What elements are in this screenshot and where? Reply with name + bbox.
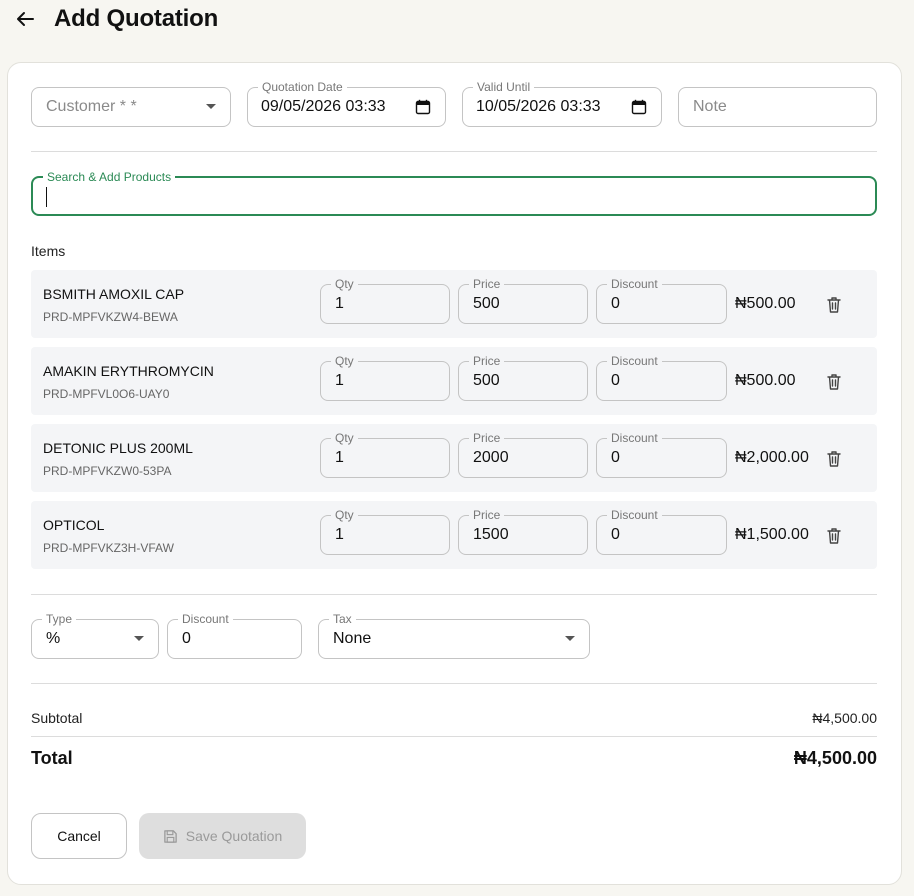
divider	[31, 736, 877, 737]
item-price-input[interactable]: Price 2000	[458, 430, 588, 478]
total-value: ₦4,500.00	[793, 748, 877, 768]
item-name: BSMITH AMOXIL CAP	[43, 286, 185, 302]
save-icon	[163, 829, 177, 843]
qty-value: 1	[335, 372, 344, 389]
trash-icon[interactable]	[826, 450, 842, 468]
calendar-icon[interactable]	[415, 99, 431, 115]
tax-value: None	[333, 630, 372, 647]
item-line-total: ₦500.00	[735, 295, 796, 312]
customer-select[interactable]: Customer * *	[31, 87, 231, 127]
items-heading: Items	[31, 243, 66, 259]
item-row: OPTICOL PRD-MPFVKZ3H-VFAW Qty 1 Price 15…	[31, 501, 877, 569]
item-discount-input[interactable]: Discount 0	[596, 430, 727, 478]
item-name: DETONIC PLUS 200ML	[43, 440, 193, 456]
item-price-input[interactable]: Price 500	[458, 353, 588, 401]
discount-value: 0	[611, 295, 620, 312]
text-cursor	[46, 187, 47, 207]
quotation-date-value: 09/05/2026 03:33	[261, 98, 386, 115]
save-button-label: Save Quotation	[185, 828, 283, 844]
item-price-input[interactable]: Price 500	[458, 276, 588, 324]
item-discount-input[interactable]: Discount 0	[596, 276, 727, 324]
arrow-left-icon	[17, 12, 34, 26]
customer-placeholder: Customer * *	[46, 98, 137, 115]
price-value: 2000	[473, 449, 509, 466]
discount-value: 0	[611, 372, 620, 389]
page-header: Add Quotation	[0, 0, 914, 40]
note-field[interactable]: Note	[678, 87, 877, 127]
note-placeholder: Note	[693, 98, 727, 115]
valid-until-field[interactable]: Valid Until 10/05/2026 03:33	[462, 79, 662, 127]
quotation-date-field[interactable]: Quotation Date 09/05/2026 03:33	[247, 79, 446, 127]
valid-until-value: 10/05/2026 03:33	[476, 98, 601, 115]
item-row: DETONIC PLUS 200ML PRD-MPFVKZW0-53PA Qty…	[31, 424, 877, 492]
order-discount-input[interactable]: Discount 0	[167, 611, 302, 659]
calendar-icon[interactable]	[631, 99, 647, 115]
item-qty-input[interactable]: Qty 1	[320, 276, 450, 324]
item-discount-input[interactable]: Discount 0	[596, 353, 727, 401]
save-quotation-button[interactable]: Save Quotation	[139, 813, 306, 859]
chevron-down-icon	[206, 104, 216, 109]
item-line-total: ₦2,000.00	[735, 449, 809, 466]
item-sku: PRD-MPFVKZW0-53PA	[43, 464, 172, 478]
chevron-down-icon	[565, 636, 575, 641]
item-sku: PRD-MPFVKZW4-BEWA	[43, 310, 178, 324]
subtotal-value: ₦4,500.00	[812, 710, 877, 726]
type-value: %	[46, 630, 61, 647]
cancel-button-label: Cancel	[57, 828, 101, 844]
page-title: Add Quotation	[54, 5, 219, 32]
trash-icon[interactable]	[826, 296, 842, 314]
discount-value: 0	[611, 449, 620, 466]
subtotal-label: Subtotal	[31, 710, 83, 726]
product-search-label: Search & Add Products	[43, 169, 176, 185]
qty-value: 1	[335, 526, 344, 543]
item-row: BSMITH AMOXIL CAP PRD-MPFVKZW4-BEWA Qty …	[31, 270, 877, 338]
tax-select[interactable]: Tax None	[318, 611, 590, 659]
qty-value: 1	[335, 295, 344, 312]
item-sku: PRD-MPFVKZ3H-VFAW	[43, 541, 174, 555]
price-value: 1500	[473, 526, 509, 543]
divider	[31, 683, 877, 684]
divider	[31, 151, 877, 152]
divider	[31, 594, 877, 595]
discount-type-select[interactable]: Type %	[31, 611, 159, 659]
chevron-down-icon	[134, 636, 144, 641]
discount-value: 0	[611, 526, 620, 543]
total-label: Total	[31, 748, 73, 768]
price-value: 500	[473, 372, 500, 389]
item-row: AMAKIN ERYTHROMYCIN PRD-MPFVL0O6-UAY0 Qt…	[31, 347, 877, 415]
item-qty-input[interactable]: Qty 1	[320, 507, 450, 555]
item-discount-input[interactable]: Discount 0	[596, 507, 727, 555]
order-discount-value: 0	[182, 630, 191, 647]
cancel-button[interactable]: Cancel	[31, 813, 127, 859]
back-button[interactable]	[14, 8, 36, 30]
item-qty-input[interactable]: Qty 1	[320, 353, 450, 401]
item-sku: PRD-MPFVL0O6-UAY0	[43, 387, 170, 401]
product-search-input[interactable]: Search & Add Products	[31, 169, 877, 216]
item-qty-input[interactable]: Qty 1	[320, 430, 450, 478]
item-line-total: ₦500.00	[735, 372, 796, 389]
item-line-total: ₦1,500.00	[735, 526, 809, 543]
item-price-input[interactable]: Price 1500	[458, 507, 588, 555]
item-name: OPTICOL	[43, 517, 105, 533]
price-value: 500	[473, 295, 500, 312]
trash-icon[interactable]	[826, 373, 842, 391]
qty-value: 1	[335, 449, 344, 466]
trash-icon[interactable]	[826, 527, 842, 545]
item-name: AMAKIN ERYTHROMYCIN	[43, 363, 214, 379]
